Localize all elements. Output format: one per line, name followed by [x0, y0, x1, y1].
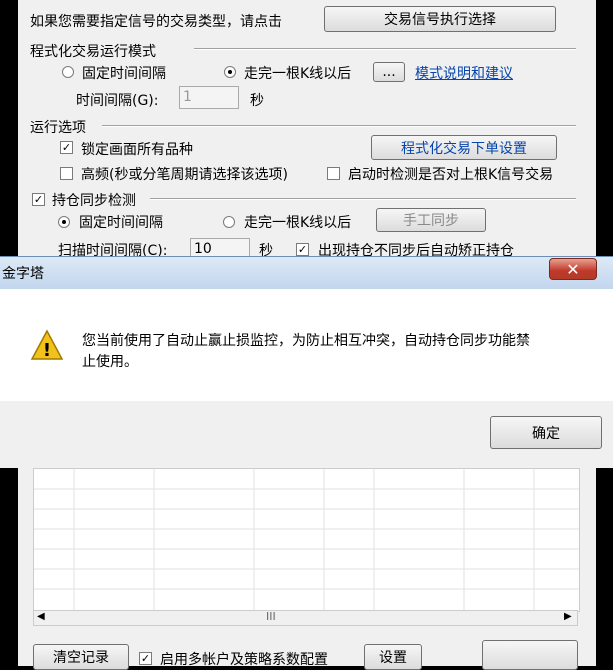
clear-log-button[interactable]: 清空记录 — [33, 644, 129, 670]
alert-dialog: 金字塔 ✕ ! 您当前使用了自动止赢止损监控，为防止相互冲突，自动持仓同步功能禁… — [0, 256, 613, 468]
high-freq-checkbox[interactable] — [60, 167, 73, 180]
alert-message-line2: 止使用。 — [82, 354, 138, 370]
horizontal-scrollbar[interactable]: ◀ III ▶ — [33, 610, 578, 626]
sync-after-kline-radio[interactable] — [223, 216, 235, 228]
alert-titlebar: 金字塔 ✕ — [0, 257, 613, 289]
mode-group-label: 程式化交易运行模式 — [30, 44, 156, 60]
scroll-right-arrow-icon[interactable]: ▶ — [564, 611, 572, 622]
warning-icon: ! — [30, 329, 64, 361]
scan-interval-input[interactable]: 10 — [190, 238, 250, 258]
scroll-left-arrow-icon[interactable]: ◀ — [37, 611, 45, 622]
interval-unit: 秒 — [250, 93, 264, 109]
position-sync-label: 持仓同步检测 — [52, 193, 136, 209]
signal-type-prompt: 如果您需要指定信号的交易类型，请点击 — [30, 14, 282, 30]
alert-message-line1: 您当前使用了自动止赢止损监控，为防止相互冲突，自动持仓同步功能禁 — [82, 333, 530, 349]
alert-body: ! 您当前使用了自动止赢止损监控，为防止相互冲突，自动持仓同步功能禁 止使用。 — [0, 289, 613, 401]
mode-fixed-interval-label: 固定时间间隔 — [82, 66, 166, 82]
group-divider — [102, 125, 576, 127]
high-freq-label: 高频(秒或分笔周期请选择该选项) — [81, 167, 288, 183]
signal-exec-select-button[interactable]: 交易信号执行选择 — [324, 6, 556, 32]
log-grid — [33, 468, 580, 612]
sync-fixed-interval-label: 固定时间间隔 — [79, 215, 163, 231]
interval-label: 时间间隔(G): — [76, 93, 159, 109]
startup-check-label: 启动时检测是否对上根K信号交易 — [348, 167, 554, 183]
mode-fixed-interval-radio[interactable] — [62, 66, 74, 78]
sync-fixed-interval-radio[interactable] — [58, 216, 70, 228]
alert-title: 金字塔 — [2, 266, 44, 282]
run-options-label: 运行选项 — [30, 120, 86, 136]
mode-after-kline-radio[interactable] — [224, 66, 236, 78]
config-button[interactable]: 设置 — [364, 644, 422, 670]
startup-check-checkbox[interactable] — [327, 167, 340, 180]
multi-account-checkbox[interactable]: ✓ — [139, 652, 152, 665]
close-button[interactable]: ✕ — [549, 258, 597, 280]
mode-help-link[interactable]: 模式说明和建议 — [415, 63, 513, 83]
group-divider — [150, 198, 576, 200]
position-sync-checkbox[interactable]: ✓ — [32, 193, 45, 206]
multi-account-label: 启用多帐户及策略系数配置 — [160, 652, 328, 668]
lock-screen-checkbox[interactable]: ✓ — [60, 141, 73, 154]
interval-input[interactable]: 1 — [179, 86, 239, 109]
scroll-thumb-grip[interactable]: III — [266, 610, 276, 623]
mode-options-button[interactable]: ... — [373, 62, 405, 82]
close-icon: ✕ — [566, 259, 580, 279]
sync-after-kline-label: 走完一根K线以后 — [244, 215, 352, 231]
mode-after-kline-label: 走完一根K线以后 — [244, 66, 352, 82]
manual-sync-button[interactable]: 手工同步 — [376, 208, 486, 232]
order-settings-label: 程式化交易下单设置 — [401, 140, 527, 157]
log-grid-lines — [34, 469, 579, 611]
warning-glyph: ! — [43, 340, 51, 361]
order-settings-button[interactable]: 程式化交易下单设置 — [371, 135, 557, 160]
lock-screen-label: 锁定画面所有品种 — [81, 142, 193, 158]
ok-button[interactable]: 确定 — [490, 416, 602, 449]
auto-fix-checkbox[interactable]: ✓ — [296, 243, 309, 256]
group-divider — [194, 48, 576, 50]
